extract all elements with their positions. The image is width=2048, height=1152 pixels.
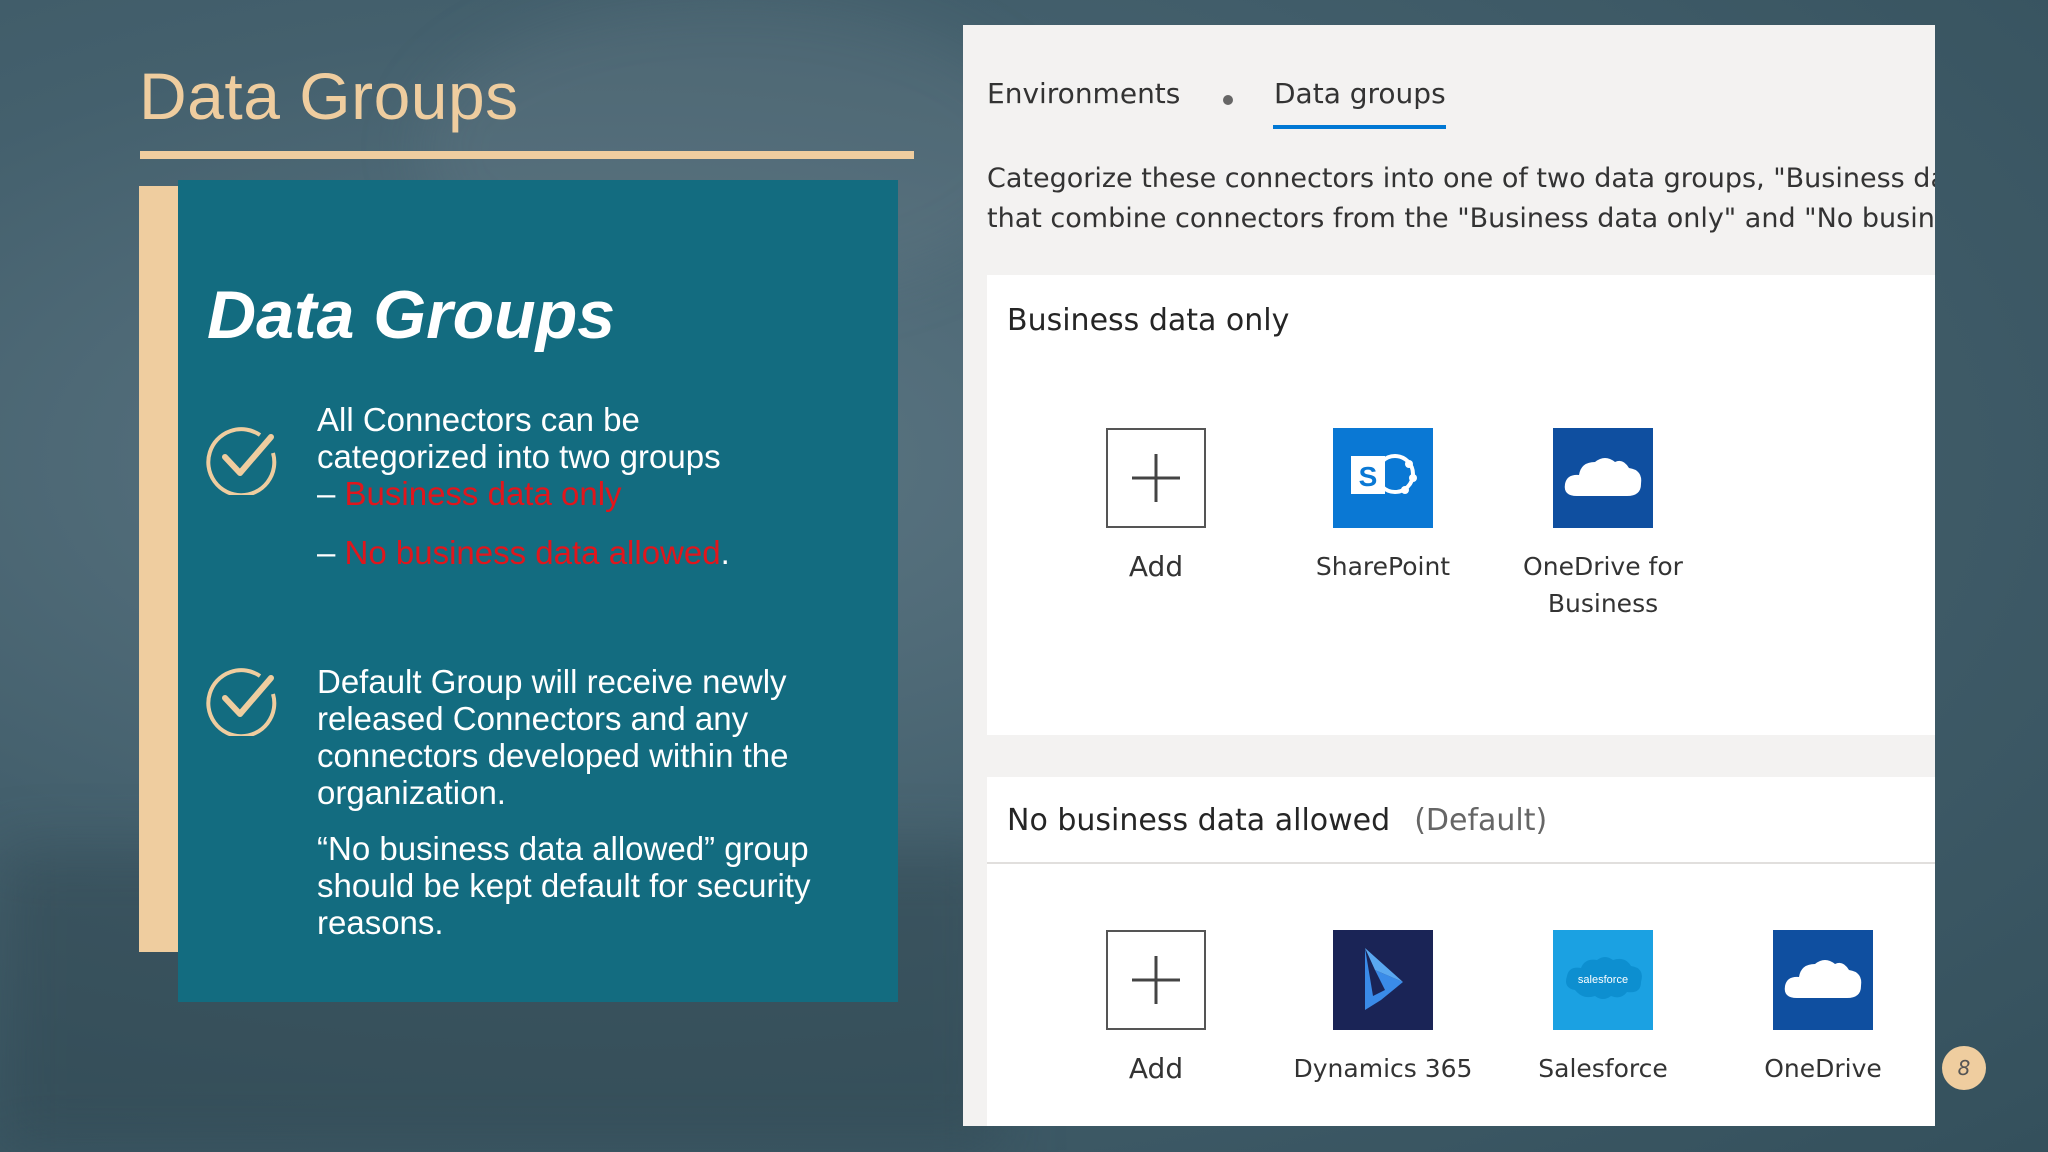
checkmark-circle-icon [206, 427, 277, 495]
bullet-security-note: “No business data allowed” group should … [317, 830, 811, 941]
tab-separator-dot [1223, 95, 1233, 105]
dash-item-no-business: – No business data allowed. [317, 534, 877, 571]
tab-environments[interactable]: Environments [987, 77, 1180, 110]
add-connector-button[interactable]: Add [1056, 428, 1256, 585]
page-number-badge: 8 [1942, 1046, 1986, 1090]
box-heading: Data Groups [207, 277, 616, 353]
tile-label: SharePoint [1315, 552, 1451, 581]
tile-label: OneDrive [1764, 1054, 1882, 1083]
dynamics-icon [1333, 930, 1433, 1030]
tile-label: Add [1128, 550, 1184, 583]
title-rule [140, 151, 914, 159]
bullet-connector-groups: All Connectors can be categorized into t… [317, 401, 877, 571]
connector-onedrive[interactable]: OneDrive [1723, 930, 1923, 1087]
dash-item-business: – Business data only [317, 475, 877, 512]
dash-prefix: – [317, 534, 345, 571]
bullet-line: categorized into two groups [317, 438, 721, 475]
add-connector-button[interactable]: Add [1056, 930, 1256, 1087]
default-tag: (Default) [1414, 803, 1548, 838]
dash-suffix: . [720, 534, 730, 571]
panel-description: Categorize these connectors into one of … [987, 159, 1935, 239]
plus-icon [1106, 428, 1206, 528]
tile-label: Salesforce [1538, 1054, 1668, 1083]
tile-label-line: OneDrive for [1523, 552, 1683, 581]
salesforce-icon: salesforce [1553, 930, 1653, 1030]
svg-text:salesforce: salesforce [1578, 974, 1628, 986]
group-title: Business data only [1007, 303, 1290, 338]
connector-salesforce[interactable]: salesforce Salesforce [1503, 930, 1703, 1087]
group-title: No business data allowed (Default) [1007, 803, 1547, 838]
connector-onedrive-business[interactable]: OneDrive for Business [1503, 428, 1703, 622]
tab-data-groups[interactable]: Data groups [1274, 77, 1446, 110]
accent-bar [139, 186, 179, 952]
description-line: Categorize these connectors into one of … [987, 163, 1935, 194]
cloud-icon [1773, 930, 1873, 1030]
tile-label: Dynamics 365 [1293, 1054, 1473, 1083]
dash-prefix: – [317, 475, 345, 512]
business-data-only-text: Business data only [344, 475, 622, 512]
sharepoint-icon: S [1333, 428, 1433, 528]
slide-title: Data Groups [139, 59, 519, 133]
card-divider [987, 862, 1935, 864]
svg-text:S: S [1359, 461, 1378, 492]
connector-dynamics-365[interactable]: Dynamics 365 [1283, 930, 1483, 1087]
plus-icon [1106, 930, 1206, 1030]
tile-label: OneDrive for Business [1503, 548, 1703, 622]
active-tab-indicator [1273, 125, 1446, 129]
tile-label: Add [1128, 1052, 1184, 1085]
tile-label-line: Business [1547, 589, 1659, 618]
no-business-data-text: No business data allowed [344, 534, 721, 571]
bullet-line: All Connectors can be [317, 401, 640, 438]
checkmark-circle-icon [206, 668, 277, 736]
bullet-default-group: Default Group will receive newly release… [317, 663, 789, 811]
group-title-text: No business data allowed [1007, 803, 1391, 838]
dlp-policy-panel: Environments Data groups Categorize thes… [963, 25, 1935, 1126]
connector-sharepoint[interactable]: S SharePoint [1283, 428, 1483, 585]
description-line: that combine connectors from the "Busine… [987, 203, 1935, 234]
cloud-icon [1553, 428, 1653, 528]
page-number: 8 [1957, 1056, 1971, 1080]
group-business-data-only: Business data only Add S SharePoint OneD… [987, 275, 1935, 735]
group-no-business-data: No business data allowed (Default) Add Dy… [987, 777, 1935, 1126]
